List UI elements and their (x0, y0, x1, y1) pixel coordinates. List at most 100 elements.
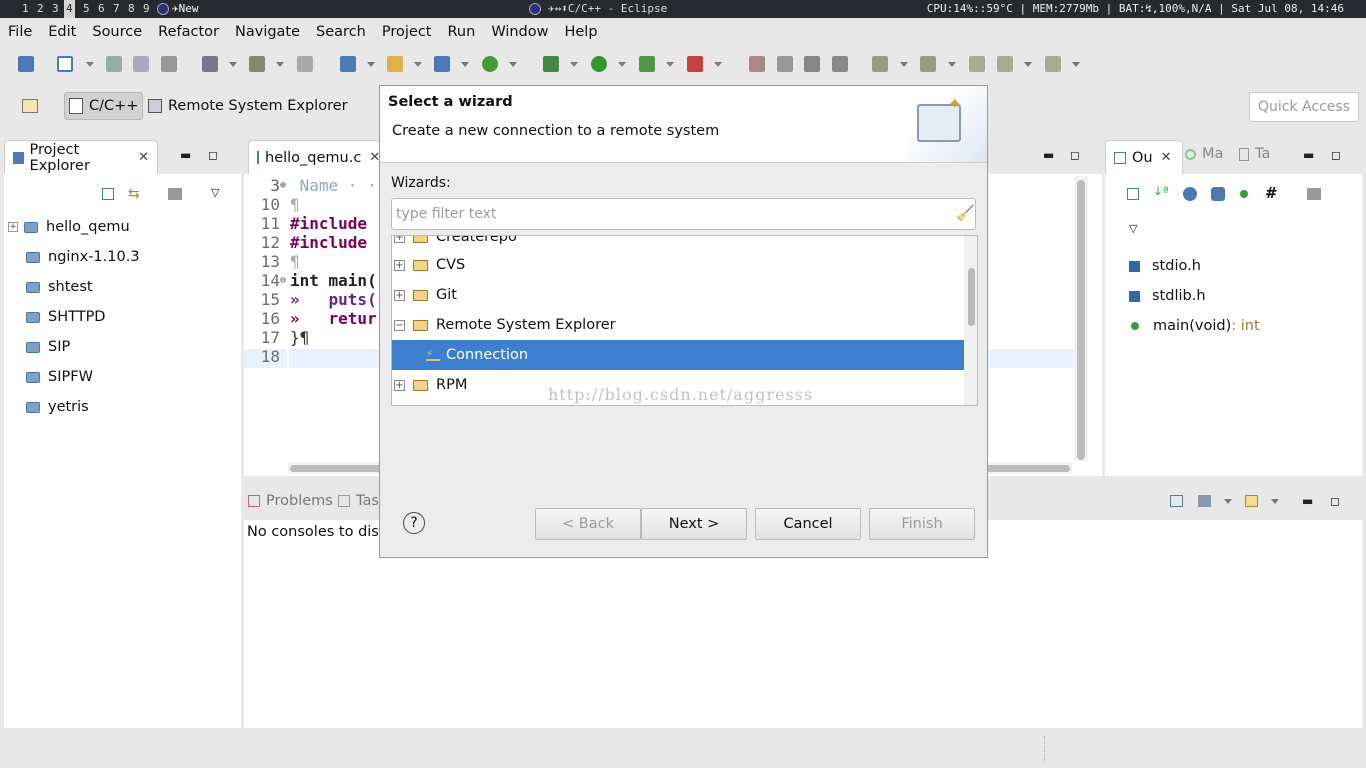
minimize-icon[interactable]: ▬ (1303, 148, 1314, 162)
next-button[interactable]: Next > (641, 508, 747, 540)
hide-macros-icon[interactable]: # (1265, 184, 1278, 202)
tree-item-shtest[interactable]: shtest (26, 274, 93, 300)
chevron-down-icon[interactable] (86, 62, 94, 67)
chevron-down-icon[interactable] (229, 62, 237, 67)
scrollbar-thumb[interactable] (968, 268, 975, 326)
window-label[interactable]: ✈New (172, 2, 199, 15)
last-edit-icon[interactable] (969, 56, 985, 72)
workspace-2[interactable]: 2 (37, 2, 44, 15)
hide-non-public-icon[interactable] (1240, 190, 1248, 198)
wizard-item-cvs[interactable]: + CVS (392, 250, 964, 280)
mark-icon[interactable] (804, 56, 820, 72)
menu-edit[interactable]: Edit (48, 24, 76, 40)
expand-icon[interactable]: + (394, 379, 405, 391)
tab-project-explorer[interactable]: Project Explorer ✕ (4, 140, 158, 174)
finish-button[interactable]: Finish (869, 508, 975, 540)
next-annotation-icon[interactable] (872, 56, 888, 72)
workspace-9[interactable]: 9 (143, 2, 150, 15)
tab-problems[interactable]: Problems (248, 493, 333, 509)
save-all-icon[interactable] (133, 56, 149, 72)
chevron-down-icon[interactable] (367, 62, 375, 67)
chevron-down-icon[interactable] (1271, 499, 1279, 504)
debug-icon[interactable] (543, 56, 559, 72)
display-console-icon[interactable] (1198, 495, 1211, 507)
tree-item-sip[interactable]: SIP (26, 334, 70, 360)
run-config-icon[interactable] (639, 56, 655, 72)
tree-item-yetris[interactable]: yetris (26, 394, 89, 420)
help-icon[interactable]: ? (403, 512, 425, 534)
collapse-icon[interactable]: − (394, 319, 405, 331)
build-icon[interactable] (202, 56, 218, 72)
chevron-down-icon[interactable] (461, 62, 469, 67)
new-project-icon[interactable] (340, 56, 356, 72)
new-folder-icon[interactable] (387, 56, 403, 72)
wizard-tree[interactable]: + Createrepo + CVS + Git − Remote System Exp… (391, 235, 978, 406)
perspective-rse[interactable]: Remote System Explorer (144, 92, 352, 120)
edit-icon[interactable] (749, 56, 765, 72)
expand-icon[interactable]: + (394, 236, 405, 243)
workspace-5[interactable]: 5 (83, 2, 90, 15)
paragraph-icon[interactable] (832, 56, 848, 72)
chevron-down-icon[interactable] (1224, 499, 1232, 504)
chevron-down-icon[interactable] (509, 62, 517, 67)
expand-icon[interactable]: + (394, 289, 405, 301)
fold-expand-icon[interactable]: ⊕ (280, 176, 286, 195)
workspace-7[interactable]: 7 (113, 2, 120, 15)
sort-icon[interactable]: ↓ª (1153, 184, 1169, 198)
open-perspective-button[interactable] (18, 92, 42, 120)
menu-navigate[interactable]: Navigate (235, 24, 300, 40)
tab-outline[interactable]: Ou ✕ (1105, 140, 1183, 174)
menu-run[interactable]: Run (448, 24, 476, 40)
back-icon[interactable] (997, 56, 1013, 72)
save-icon[interactable] (106, 56, 122, 72)
maximize-icon[interactable]: ◻ (1331, 148, 1341, 162)
chevron-down-icon[interactable] (570, 62, 578, 67)
new-class-icon[interactable] (434, 56, 450, 72)
wizard-filter-input[interactable]: type filter text 🧹 (391, 198, 976, 230)
outline-item-stdlib[interactable]: stdlib.h (1129, 283, 1206, 309)
chevron-down-icon[interactable] (666, 62, 674, 67)
prev-annotation-icon[interactable] (920, 56, 936, 72)
chevron-down-icon[interactable] (900, 62, 908, 67)
run-icon[interactable] (591, 56, 607, 72)
tree-item-hello-qemu[interactable]: + hello_qemu (8, 214, 130, 240)
cancel-button[interactable]: Cancel (755, 508, 861, 540)
expand-icon[interactable]: + (8, 222, 18, 232)
fold-collapse-icon[interactable]: ⊖ (280, 271, 286, 290)
chevron-down-icon[interactable] (714, 62, 722, 67)
refresh-icon[interactable] (482, 56, 498, 72)
wizard-item-connection[interactable]: ⚡ Connection (392, 340, 964, 370)
menu-help[interactable]: Help (564, 24, 597, 40)
back-button[interactable]: < Back (535, 508, 641, 540)
outline-item-stdio[interactable]: stdio.h (1129, 253, 1201, 279)
clear-filter-icon[interactable]: 🧹 (956, 204, 975, 222)
workspace-3[interactable]: 3 (52, 2, 59, 15)
workspace-1[interactable]: 1 (22, 2, 29, 15)
minimize-icon[interactable]: ▬ (180, 148, 191, 162)
workspace-4[interactable]: 4 (64, 0, 75, 18)
chevron-down-icon[interactable] (414, 62, 422, 67)
editor-vertical-scrollbar[interactable] (1074, 176, 1088, 461)
pin-icon[interactable] (18, 56, 34, 72)
maximize-icon[interactable]: ◻ (1330, 494, 1340, 508)
menu-refactor[interactable]: Refactor (158, 24, 219, 40)
hide-fields-icon[interactable] (1183, 187, 1197, 201)
menu-window[interactable]: Window (491, 24, 548, 40)
chevron-down-icon[interactable] (618, 62, 626, 67)
outline-item-main[interactable]: main(void) : int (1131, 313, 1260, 339)
chevron-down-icon[interactable] (948, 62, 956, 67)
collapse-all-icon[interactable] (1127, 188, 1139, 200)
view-menu-icon[interactable]: ▽ (1129, 222, 1137, 235)
maximize-icon[interactable]: ◻ (1070, 148, 1080, 162)
tab-hello-qemu-c[interactable]: hello_qemu.c ✕ (248, 140, 380, 174)
workspace-6[interactable]: 6 (98, 2, 105, 15)
hide-static-icon[interactable] (1211, 187, 1225, 201)
menu-search[interactable]: Search (316, 24, 366, 40)
tab-make[interactable]: Ma (1185, 146, 1223, 162)
collapse-all-icon[interactable] (102, 188, 114, 200)
tab-tasks[interactable]: Ta (1239, 146, 1270, 162)
pin-console-icon[interactable] (1170, 495, 1183, 507)
close-icon[interactable]: ✕ (138, 150, 149, 165)
close-icon[interactable]: ✕ (1161, 150, 1172, 165)
wizard-item-remote-system-explorer[interactable]: − Remote System Explorer (392, 310, 964, 340)
